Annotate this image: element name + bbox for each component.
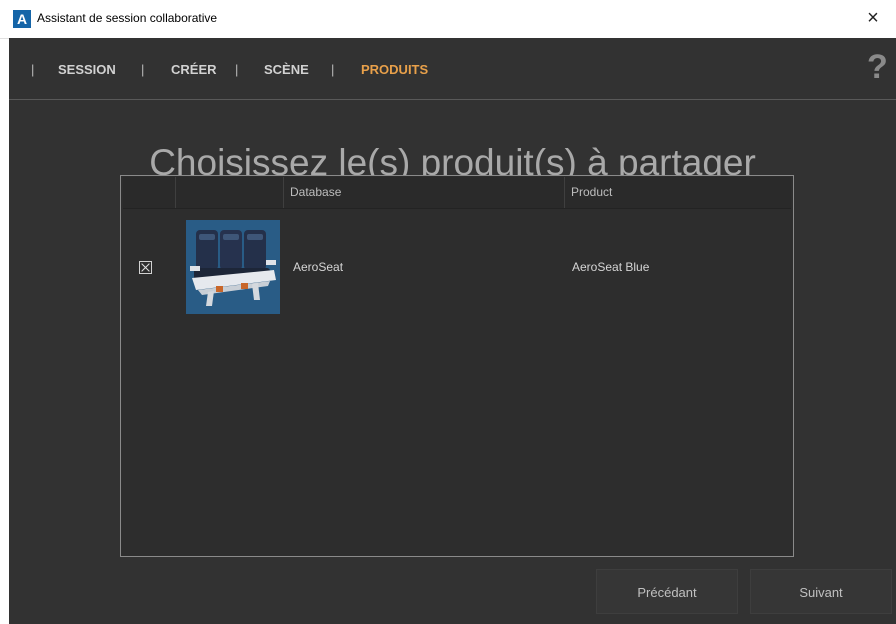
table-header: Database Product — [123, 177, 791, 209]
close-button[interactable]: × — [850, 0, 896, 38]
column-header-select — [123, 177, 175, 208]
wizard-steps-nav: | SESSION | CRÉER | SCÈNE | PRODUITS ? — [9, 38, 896, 100]
previous-button[interactable]: Précédant — [596, 569, 738, 614]
cell-product: AeroSeat Blue — [572, 260, 650, 274]
window-title-bar: A Assistant de session collaborative × — [0, 0, 896, 39]
nav-step-creer[interactable]: CRÉER — [171, 62, 217, 77]
help-icon[interactable]: ? — [867, 48, 888, 87]
nav-step-produits[interactable]: PRODUITS — [361, 62, 428, 77]
column-header-thumbnail — [175, 177, 283, 208]
window-title: Assistant de session collaborative — [37, 11, 218, 25]
column-header-product[interactable]: Product — [564, 177, 791, 208]
next-button[interactable]: Suivant — [750, 569, 892, 614]
wizard-panel: | SESSION | CRÉER | SCÈNE | PRODUITS ? C… — [9, 38, 896, 624]
column-header-database[interactable]: Database — [283, 177, 564, 208]
products-table: Database Product AeroSeat AeroSeat Blue — [120, 175, 794, 557]
nav-separator: | — [31, 62, 35, 77]
cell-database: AeroSeat — [293, 260, 344, 274]
row-select-checkbox[interactable] — [139, 261, 152, 274]
nav-separator: | — [235, 62, 239, 77]
table-row[interactable]: AeroSeat AeroSeat Blue — [123, 214, 791, 314]
app-logo-icon: A — [13, 10, 31, 28]
nav-separator: | — [141, 62, 145, 77]
nav-step-scene[interactable]: SCÈNE — [264, 62, 309, 77]
nav-separator: | — [331, 62, 335, 77]
nav-step-session[interactable]: SESSION — [58, 62, 116, 77]
aircraft-seat-thumbnail-icon — [186, 220, 280, 314]
